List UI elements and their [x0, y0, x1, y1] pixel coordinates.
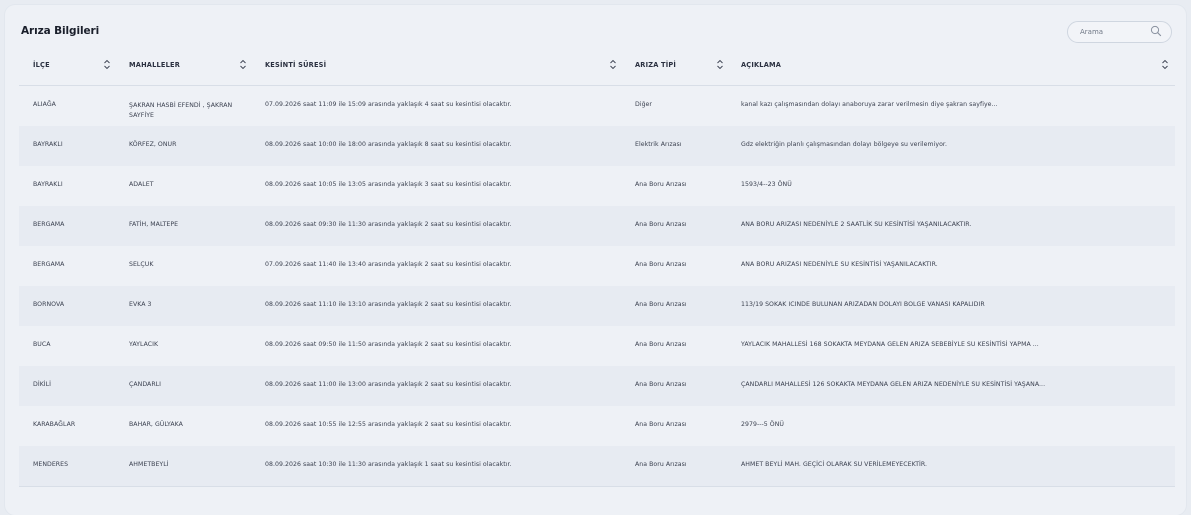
cell-aciklama: YAYLACIK MAHALLESİ 168 SOKAKTA MEYDANA G… — [741, 341, 1039, 348]
column-header-kesinti-suresi: KESİNTİ SÜRESİ — [265, 61, 327, 69]
cell-mahalle: YAYLACIK — [129, 341, 159, 348]
cell-mahalle: ÇANDARLI — [129, 381, 162, 388]
column-header-mahalleler: MAHALLELER — [129, 61, 180, 69]
cell-mahalle: FATİH, MALTEPE — [129, 221, 179, 228]
table-row[interactable]: KARABAĞLAR BAHAR, GÜLYAKA 08.09.2026 saa… — [19, 406, 1175, 446]
table-row[interactable]: BUCA YAYLACIK 08.09.2026 saat 09:50 ile … — [19, 326, 1175, 366]
cell-ariza-tipi: Diğer — [635, 101, 653, 108]
sort-icon[interactable] — [103, 59, 111, 70]
cell-ilce: ALIAĞA — [33, 101, 56, 108]
sort-icon[interactable] — [716, 59, 724, 70]
cell-mahalle: SELÇUK — [129, 261, 154, 268]
page-title: Arıza Bilgileri — [21, 25, 100, 37]
cell-kesinti-suresi: 08.09.2026 saat 09:50 ile 11:50 arasında… — [265, 341, 512, 348]
table-row[interactable]: BAYRAKLI ADALET 08.09.2026 saat 10:05 il… — [19, 166, 1175, 206]
cell-kesinti-suresi: 08.09.2026 saat 10:00 ile 18:00 arasında… — [265, 141, 512, 148]
cell-ariza-tipi: Ana Boru Arızası — [635, 461, 687, 468]
cell-ariza-tipi: Ana Boru Arızası — [635, 421, 687, 428]
sort-icon[interactable] — [609, 59, 617, 70]
table-row[interactable]: BAYRAKLI KÖRFEZ, ONUR 08.09.2026 saat 10… — [19, 126, 1175, 166]
cell-mahalle: KÖRFEZ, ONUR — [129, 141, 177, 148]
search-input[interactable] — [1080, 25, 1142, 39]
cell-kesinti-suresi: 07.09.2026 saat 11:40 ile 13:40 arasında… — [265, 261, 512, 268]
table-bottom-divider — [19, 486, 1175, 487]
cell-kesinti-suresi: 08.09.2026 saat 10:55 ile 12:55 arasında… — [265, 421, 512, 428]
cell-ariza-tipi: Ana Boru Arızası — [635, 181, 687, 188]
cell-ariza-tipi: Elektrik Arızası — [635, 141, 682, 148]
cell-ilce: BUCA — [33, 341, 51, 348]
cell-aciklama: kanal kazı çalışmasından dolayı anaboruy… — [741, 101, 998, 108]
column-header-ilce: İLÇE — [33, 61, 50, 69]
cell-aciklama: ANA BORU ARIZASI NEDENİYLE 2 SAATLİK SU … — [741, 221, 972, 228]
cell-ilce: BERGAMA — [33, 261, 65, 268]
cell-ilce: DİKİLİ — [33, 381, 52, 388]
cell-kesinti-suresi: 08.09.2026 saat 09:30 ile 11:30 arasında… — [265, 221, 512, 228]
cell-ilce: BORNOVA — [33, 301, 65, 308]
cell-ilce: BERGAMA — [33, 221, 65, 228]
search-box[interactable] — [1067, 21, 1172, 43]
cell-ariza-tipi: Ana Boru Arızası — [635, 381, 687, 388]
cell-ariza-tipi: Ana Boru Arızası — [635, 221, 687, 228]
cell-aciklama: 113/19 SOKAK ICINDE BULUNAN ARIZADAN DOL… — [741, 301, 985, 308]
cell-ilce: BAYRAKLI — [33, 141, 63, 148]
sort-icon[interactable] — [1161, 59, 1169, 70]
table-row[interactable]: BERGAMA SELÇUK 07.09.2026 saat 11:40 ile… — [19, 246, 1175, 286]
cell-kesinti-suresi: 08.09.2026 saat 10:30 ile 11:30 arasında… — [265, 461, 512, 468]
cell-mahalle: BAHAR, GÜLYAKA — [129, 421, 183, 428]
search-icon[interactable] — [1150, 25, 1162, 37]
cell-aciklama: AHMET BEYLİ MAH. GEÇİCİ OLARAK SU VERİLE… — [741, 461, 928, 468]
cell-aciklama: 1593/4--23 ÖNÜ — [741, 181, 792, 188]
cell-aciklama: ANA BORU ARIZASI NEDENİYLE SU KESİNTİSİ … — [741, 261, 938, 268]
column-header-aciklama: AÇIKLAMA — [741, 61, 782, 69]
table-header: İLÇE MAHALLELER KESİNTİ SÜRESİ ARIZA TİP… — [19, 50, 1175, 86]
cell-ariza-tipi: Ana Boru Arızası — [635, 261, 687, 268]
sort-icon[interactable] — [239, 59, 247, 70]
cell-kesinti-suresi: 08.09.2026 saat 11:10 ile 13:10 arasında… — [265, 301, 512, 308]
cell-aciklama: ÇANDARLI MAHALLESİ 126 SOKAKTA MEYDANA G… — [741, 381, 1046, 388]
cell-mahalle: ŞAKRAN HASBİ EFENDİ , ŞAKRAN SAYFİYE — [129, 102, 233, 119]
table-row[interactable]: BERGAMA FATİH, MALTEPE 08.09.2026 saat 0… — [19, 206, 1175, 246]
cell-ilce: BAYRAKLI — [33, 181, 63, 188]
cell-ariza-tipi: Ana Boru Arızası — [635, 301, 687, 308]
table-row[interactable]: ALIAĞA ŞAKRAN HASBİ EFENDİ , ŞAKRAN SAYF… — [19, 86, 1175, 126]
cell-aciklama: 2979---5 ÖNÜ — [741, 421, 784, 428]
cell-kesinti-suresi: 07.09.2026 saat 11:09 ile 15:09 arasında… — [265, 101, 512, 108]
table-row[interactable]: DİKİLİ ÇANDARLI 08.09.2026 saat 11:00 il… — [19, 366, 1175, 406]
cell-mahalle: AHMETBEYLİ — [129, 461, 169, 468]
cell-ilce: MENDERES — [33, 461, 69, 468]
cell-ilce: KARABAĞLAR — [33, 421, 76, 428]
fault-info-panel: Arıza Bilgileri İLÇE MAHALLELER KESİNTİ … — [5, 5, 1186, 515]
column-header-ariza-tipi: ARIZA TİPİ — [635, 61, 677, 69]
table-row[interactable]: BORNOVA EVKA 3 08.09.2026 saat 11:10 ile… — [19, 286, 1175, 326]
cell-mahalle: EVKA 3 — [129, 301, 152, 308]
cell-ariza-tipi: Ana Boru Arızası — [635, 341, 687, 348]
fault-table: İLÇE MAHALLELER KESİNTİ SÜRESİ ARIZA TİP… — [19, 50, 1175, 487]
table-row[interactable]: MENDERES AHMETBEYLİ 08.09.2026 saat 10:3… — [19, 446, 1175, 486]
cell-aciklama: Gdz elektriğin planlı çalışmasından dola… — [741, 141, 947, 148]
cell-mahalle: ADALET — [129, 181, 154, 188]
cell-kesinti-suresi: 08.09.2026 saat 11:00 ile 13:00 arasında… — [265, 381, 512, 388]
cell-kesinti-suresi: 08.09.2026 saat 10:05 ile 13:05 arasında… — [265, 181, 512, 188]
